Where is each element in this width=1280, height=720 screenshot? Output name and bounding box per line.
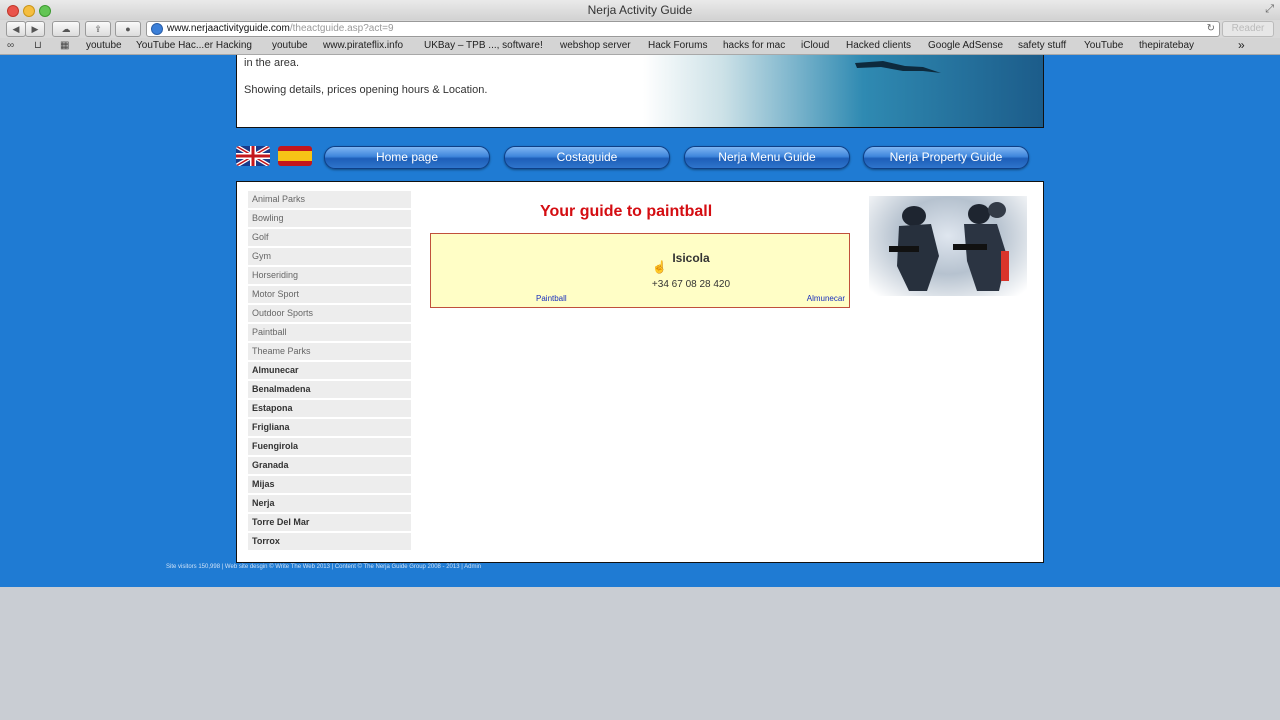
nav-costaguide-button[interactable]: Costaguide xyxy=(504,146,670,169)
sidebar-town-torrox[interactable]: Torrox xyxy=(248,533,411,550)
sidebar-town-fuengirola[interactable]: Fuengirola xyxy=(248,438,411,455)
sidebar-item-gym[interactable]: Gym xyxy=(248,248,411,265)
bookmark-item[interactable]: hacks for mac xyxy=(723,40,785,51)
sidebar-town-nerja[interactable]: Nerja xyxy=(248,495,411,512)
sidebar-item-motor-sport[interactable]: Motor Sport xyxy=(248,286,411,303)
bookmarks-overflow-icon[interactable]: » xyxy=(1238,38,1245,52)
reading-list-icon[interactable]: ∞ xyxy=(7,40,14,51)
sidebar-item-outdoor-sports[interactable]: Outdoor Sports xyxy=(248,305,411,322)
bookmark-item[interactable]: YouTube Hac...er Hacking xyxy=(136,40,252,51)
listing-location-link[interactable]: Almunecar xyxy=(807,294,845,303)
bookmark-item[interactable]: YouTube xyxy=(1084,40,1123,51)
window-title: Nerja Activity Guide xyxy=(587,3,693,17)
sidebar-item-theame-parks[interactable]: Theame Parks xyxy=(248,343,411,360)
sidebar-town-almunecar[interactable]: Almunecar xyxy=(248,362,411,379)
nav-menu-guide-button[interactable]: Nerja Menu Guide xyxy=(684,146,850,169)
url-host: www.nerjaactivityguide.com xyxy=(167,23,290,34)
bookmark-item[interactable]: www.pirateflix.info xyxy=(323,40,403,51)
sidebar-item-bowling[interactable]: Bowling xyxy=(248,210,411,227)
reload-icon[interactable]: ↻ xyxy=(1207,22,1215,36)
diver-banner-image xyxy=(643,55,1043,127)
sidebar-town-frigliana[interactable]: Frigliana xyxy=(248,419,411,436)
activity-sidebar: Animal Parks Bowling Golf Gym Horseridin… xyxy=(248,191,411,552)
bookmarks-bar: ∞ ⊔ ▦ youtube YouTube Hac...er Hacking y… xyxy=(0,38,1280,55)
sidebar-town-granada[interactable]: Granada xyxy=(248,457,411,474)
web-page: in the area. Showing details, prices ope… xyxy=(0,55,1280,587)
browser-toolbar: ◀ ▶ ☁ ⇪ ● www.nerjaactivityguide.com/the… xyxy=(0,20,1280,38)
sidebar-item-golf[interactable]: Golf xyxy=(248,229,411,246)
sidebar-town-mijas[interactable]: Mijas xyxy=(248,476,411,493)
bookmark-item[interactable]: youtube xyxy=(272,40,308,51)
paintball-players-image xyxy=(869,196,1027,296)
bookmark-item[interactable]: Hacked clients xyxy=(846,40,911,51)
hand-cursor-icon: ☝ xyxy=(652,260,667,274)
sidebar-item-paintball[interactable]: Paintball xyxy=(248,324,411,341)
page-title: Your guide to paintball xyxy=(540,203,713,220)
sidebar-town-benalmadena[interactable]: Benalmadena xyxy=(248,381,411,398)
uk-flag-icon[interactable] xyxy=(236,146,270,166)
header-banner: in the area. Showing details, prices ope… xyxy=(236,55,1044,128)
nav-property-guide-button[interactable]: Nerja Property Guide xyxy=(863,146,1029,169)
spain-flag-icon[interactable] xyxy=(278,146,312,166)
nav-home-button[interactable]: Home page xyxy=(324,146,490,169)
banner-text-details: Showing details, prices opening hours & … xyxy=(244,84,488,96)
bookmark-item[interactable]: UKBay – TPB ..., software! xyxy=(424,40,543,51)
forward-button[interactable]: ▶ xyxy=(25,21,45,37)
top-sites-grid-icon[interactable]: ▦ xyxy=(60,40,69,51)
address-bar[interactable]: www.nerjaactivityguide.com/theactguide.a… xyxy=(146,21,1220,37)
sidebar-item-animal-parks[interactable]: Animal Parks xyxy=(248,191,411,208)
sidebar-item-horseriding[interactable]: Horseriding xyxy=(248,267,411,284)
bookmark-item[interactable]: thepiratebay xyxy=(1139,40,1194,51)
fullscreen-icon[interactable]: ⤢ xyxy=(1265,3,1274,16)
footer-text: Site visitors 150,998 | Web site desgin … xyxy=(166,564,482,570)
sidebar-town-torre-del-mar[interactable]: Torre Del Mar xyxy=(248,514,411,531)
bookmark-item[interactable]: webshop server xyxy=(560,40,631,51)
bookmark-item[interactable]: iCloud xyxy=(801,40,829,51)
bookmark-item[interactable]: Hack Forums xyxy=(648,40,707,51)
paintball-players-icon xyxy=(889,202,1009,291)
bookmark-item[interactable]: youtube xyxy=(86,40,122,51)
share-button[interactable]: ⇪ xyxy=(85,21,111,37)
back-button[interactable]: ◀ xyxy=(6,21,26,37)
listing-card[interactable]: Isicola +34 67 08 28 420 Paintball Almun… xyxy=(430,233,850,308)
globe-icon xyxy=(151,23,163,35)
bookmark-item[interactable]: Google AdSense xyxy=(928,40,1003,51)
content-panel: Animal Parks Bowling Golf Gym Horseridin… xyxy=(236,181,1044,563)
sidebar-town-estapona[interactable]: Estapona xyxy=(248,400,411,417)
reader-button[interactable]: Reader xyxy=(1222,21,1274,37)
diver-silhouette-icon xyxy=(855,61,941,73)
listing-category-link[interactable]: Paintball xyxy=(536,294,567,303)
window-titlebar: Nerja Activity Guide ⤢ xyxy=(0,0,1280,21)
bookmarks-book-icon[interactable]: ⊔ xyxy=(34,40,42,51)
banner-text-partial: in the area. xyxy=(244,57,300,69)
url-path: /theactguide.asp?act=9 xyxy=(289,23,394,34)
adblock-button[interactable]: ● xyxy=(115,21,141,37)
bookmark-item[interactable]: safety stuff xyxy=(1018,40,1066,51)
icloud-tabs-button[interactable]: ☁ xyxy=(52,21,80,37)
